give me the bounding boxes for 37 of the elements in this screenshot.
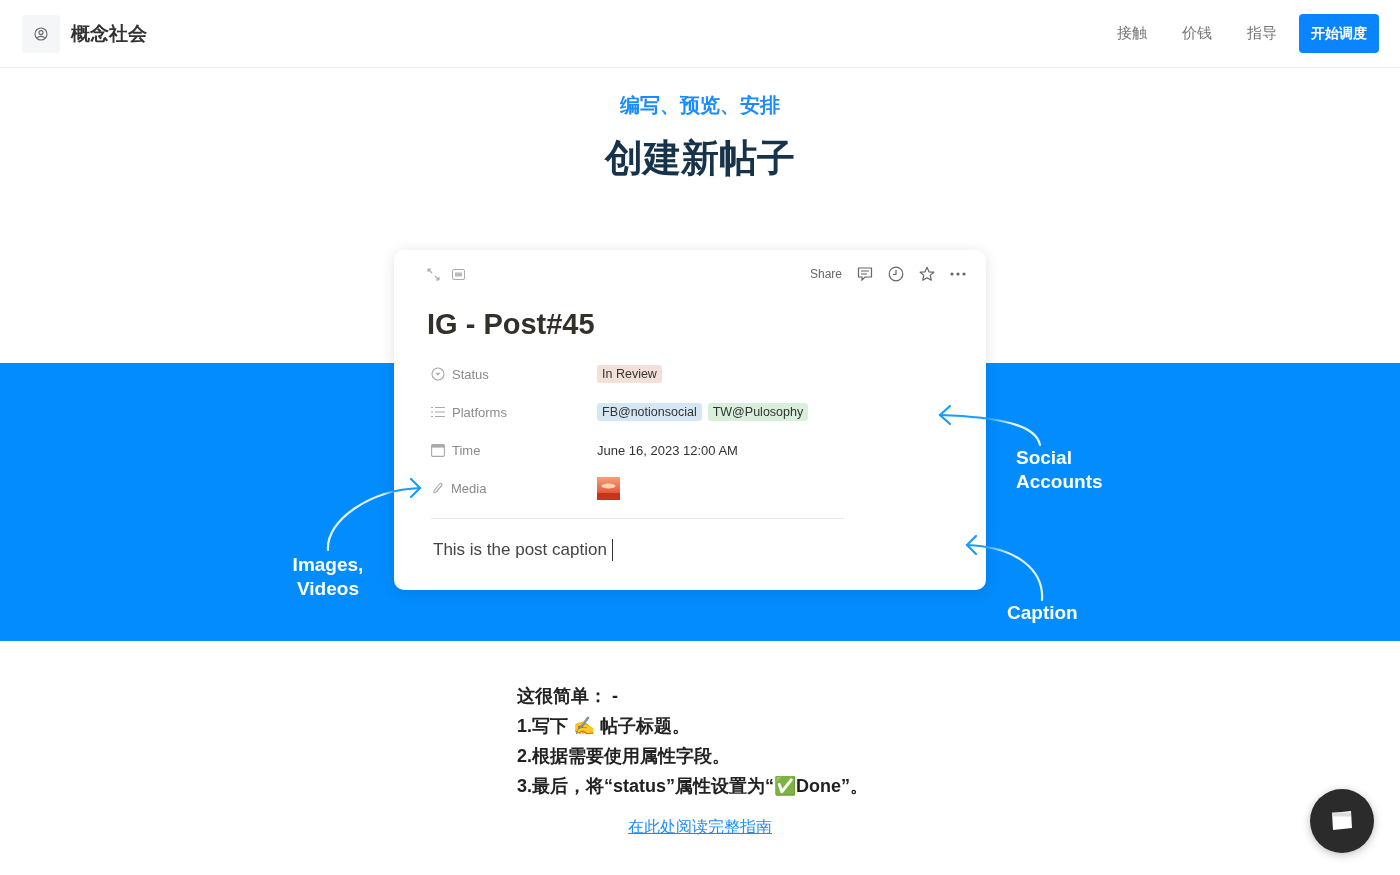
nav-link[interactable]: 指导 <box>1247 24 1277 43</box>
step-text: 2.根据需要使用属性字段。 <box>517 745 731 768</box>
list-icon <box>431 406 445 418</box>
tag: In Review <box>597 365 662 383</box>
post-title: IG - Post#45 <box>427 308 596 341</box>
nav-link[interactable]: 接触 <box>1117 24 1147 43</box>
annotation-label: Images, Videos <box>291 553 365 601</box>
more-icon[interactable] <box>950 272 966 276</box>
intro-text: 这很简单： - <box>517 685 619 708</box>
step-text: 3.最后，将“status”属性设置为“✅Done”。 <box>517 775 870 798</box>
nav-link[interactable]: 价钱 <box>1182 24 1212 43</box>
chat-icon <box>1329 809 1355 833</box>
annotation-label: Social Accounts <box>1016 446 1104 494</box>
clock-icon[interactable] <box>888 266 904 282</box>
status-icon <box>431 367 445 381</box>
tag: FB@notionsocial <box>597 403 702 421</box>
calendar-icon <box>431 443 445 457</box>
step-text: 1.写下 ✍ 帖子标题。 <box>517 715 691 738</box>
comment-icon[interactable] <box>857 266 873 282</box>
date-value: June 16, 2023 12:00 AM <box>597 442 738 458</box>
property-label: Status <box>452 366 489 382</box>
share-button[interactable]: Share <box>809 267 842 281</box>
property-label: Platforms <box>452 404 507 420</box>
paperclip-icon <box>431 480 444 496</box>
start-button[interactable]: 开始调度 <box>1299 14 1379 53</box>
annotation-label: Caption <box>1007 601 1078 625</box>
property-label: Time <box>452 442 481 458</box>
tag: TW@Pulosophy <box>707 403 809 421</box>
section-title: 创建新帖子 <box>605 136 795 181</box>
star-icon[interactable] <box>919 266 935 282</box>
logo-icon <box>22 14 60 53</box>
section-eyebrow: 编写、预览、安排 <box>620 93 780 118</box>
brand-name: 概念社会 <box>71 21 147 46</box>
caption-field[interactable]: This is the post caption <box>433 539 614 561</box>
chat-button[interactable] <box>1310 789 1374 853</box>
property-label: Media <box>451 480 487 496</box>
guide-link[interactable]: 在此处阅读完整指南 <box>628 817 772 838</box>
